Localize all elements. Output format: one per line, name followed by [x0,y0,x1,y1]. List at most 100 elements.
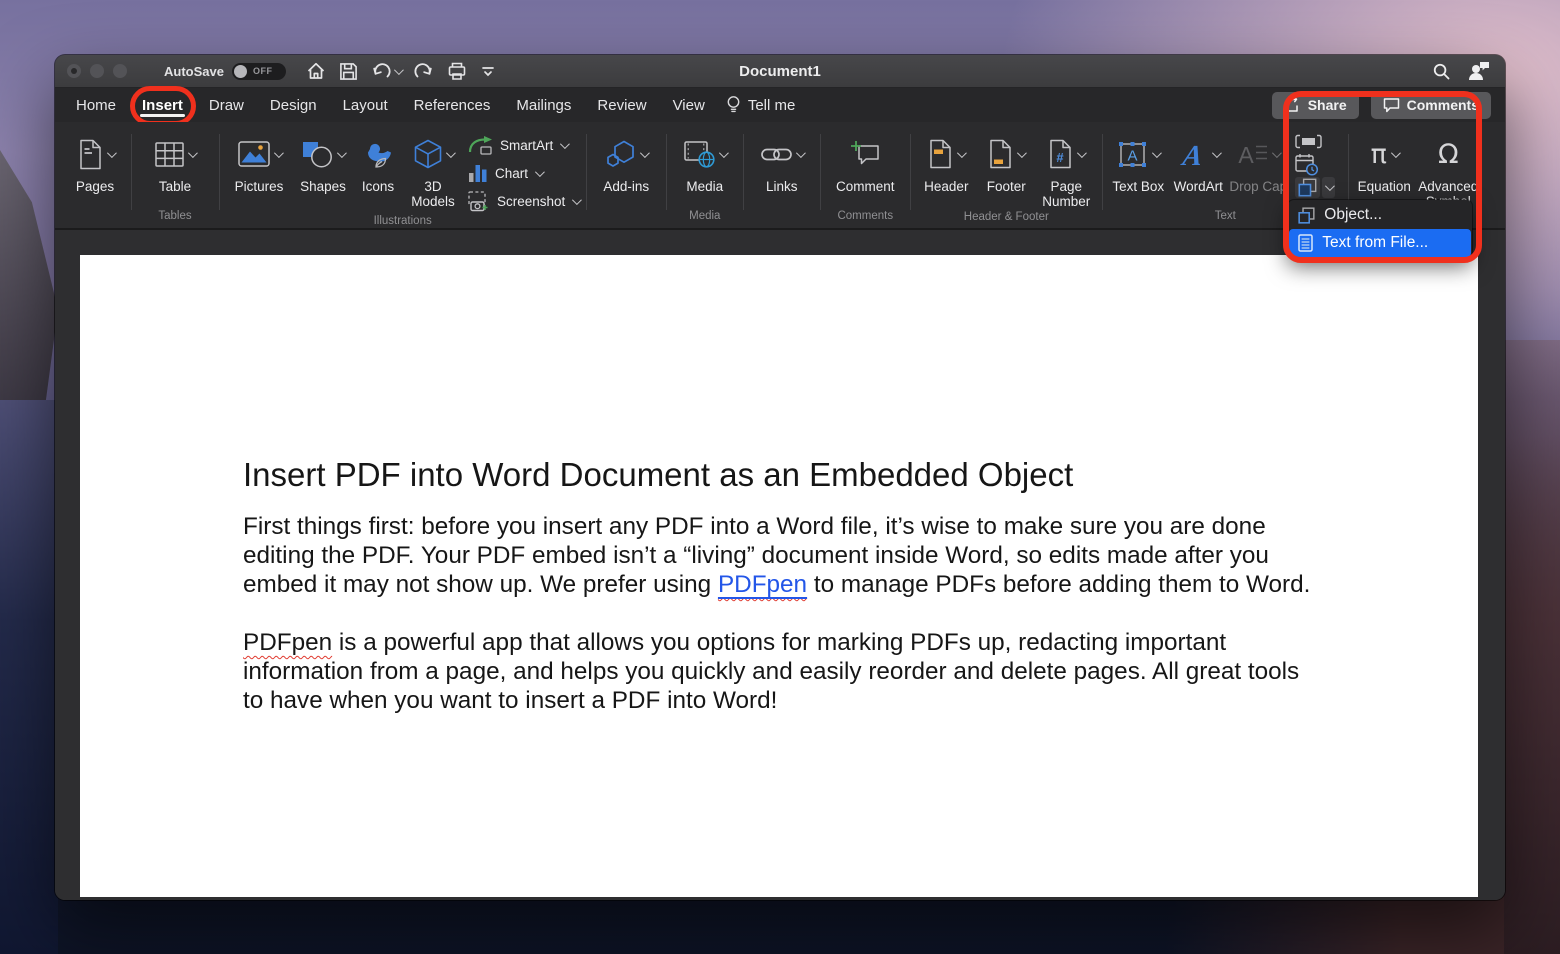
undo-chevron-icon [394,65,404,75]
media-button[interactable]: Media [676,131,734,194]
object-button[interactable] [1295,177,1320,198]
date-time-button[interactable] [1295,154,1341,175]
group-label-illustrations: Illustrations [226,213,579,228]
tab-review[interactable]: Review [584,88,659,122]
home-icon[interactable] [306,61,326,81]
autosave-label: AutoSave [164,64,224,79]
object-dropdown-chevron[interactable] [1322,177,1335,198]
lightbulb-icon [726,95,741,115]
group-label-media: Media [673,208,736,228]
document-heading: Insert PDF into Word Document as an Embe… [243,456,1323,494]
search-icon[interactable] [1432,62,1451,81]
text-box-button[interactable]: A Text Box [1109,131,1167,194]
pages-button[interactable]: Pages [66,131,124,194]
links-button[interactable]: Links [753,131,811,194]
tab-layout[interactable]: Layout [330,88,401,122]
svg-text:A: A [1128,147,1138,164]
screenshot-icon [468,191,490,212]
paragraph-2: PDFpen is a powerful app that allows you… [243,628,1323,715]
drop-cap-button: A Drop Cap [1229,131,1287,194]
tab-design[interactable]: Design [257,88,330,122]
menu-item-object[interactable]: Object... [1289,201,1471,229]
document-canvas-area: Insert PDF into Word Document as an Embe… [55,230,1505,900]
footer-button[interactable]: Footer [977,131,1035,194]
media-icon [684,141,715,168]
tab-home[interactable]: Home [63,88,129,122]
autosave-toggle[interactable]: OFF [232,63,286,80]
title-bar: AutoSave OFF D [55,55,1505,88]
cube-3d-icon [414,139,442,169]
group-label-comments: Comments [827,208,903,228]
share-button[interactable]: Share [1272,92,1359,119]
group-label-header-footer: Header & Footer [917,209,1095,228]
tab-view[interactable]: View [660,88,718,122]
footer-icon [988,139,1013,169]
page-number-button[interactable]: # Page Number [1037,131,1095,209]
object-dropdown-menu: Object... Text from File... [1288,200,1472,258]
minimize-window-button[interactable] [90,64,104,78]
pages-icon [77,139,103,170]
autosave-state: OFF [253,66,273,76]
ribbon-tab-bar: Home Insert Draw Design Layout Reference… [55,88,1505,122]
document-title: Document1 [739,63,821,80]
table-icon [155,142,184,167]
menu-item-text-from-file[interactable]: Text from File... [1289,229,1471,257]
page-number-icon: # [1048,139,1073,169]
paragraph-1: First things first: before you insert an… [243,512,1323,599]
frame-icon [1295,134,1322,149]
customize-toolbar-icon[interactable] [480,63,496,79]
share-icon [1284,97,1301,113]
comments-button[interactable]: Comments [1371,92,1491,119]
3d-models-button[interactable]: 3D Models [404,131,462,209]
word-window: AutoSave OFF D [55,55,1505,900]
pdfpen-word: PDFpen [243,629,332,656]
close-window-button[interactable] [67,64,81,78]
insert-ribbon: Pages Table Tables [55,122,1505,230]
zoom-window-button[interactable] [113,64,127,78]
add-ins-icon [606,140,636,169]
header-button[interactable]: Header [917,131,975,194]
equation-pi-icon: π [1371,141,1387,168]
wallpaper-sea [0,400,58,954]
wallpaper-rock [1504,340,1560,954]
add-ins-button[interactable]: Add-ins [593,131,659,194]
frame-button[interactable] [1295,131,1341,152]
chart-button[interactable]: Chart [468,161,579,185]
object-menu-icon [1298,207,1315,224]
advanced-symbol-button[interactable]: Ω Advanced Symbol [1415,131,1481,209]
svg-text:A: A [1238,142,1254,167]
undo-icon[interactable] [371,61,401,81]
svg-text:A: A [1179,140,1205,169]
smartart-icon [468,136,493,155]
wordart-icon: A [1178,140,1208,169]
table-button[interactable]: Table [146,131,204,194]
icons-button[interactable]: Icons [354,131,402,194]
pdfpen-link[interactable]: PDFpen [718,571,807,598]
screenshot-button[interactable]: Screenshot [468,189,579,213]
svg-text:#: # [1057,150,1065,165]
tab-draw[interactable]: Draw [196,88,257,122]
shapes-button[interactable]: Shapes [294,131,352,194]
chart-icon [468,163,488,183]
tell-me-button[interactable]: Tell me [726,95,796,115]
autosave-toggle-knob [234,65,247,78]
tab-references[interactable]: References [401,88,504,122]
tab-mailings[interactable]: Mailings [503,88,584,122]
tab-insert[interactable]: Insert [129,88,196,122]
pictures-icon [238,141,270,167]
text-from-file-icon [1298,234,1313,252]
account-icon[interactable] [1467,61,1491,81]
text-box-icon: A [1117,140,1148,169]
redo-icon[interactable] [414,61,434,81]
equation-button[interactable]: π Equation [1355,131,1413,194]
object-icon [1298,178,1317,197]
pictures-button[interactable]: Pictures [226,131,292,194]
active-tab-underline [140,114,185,117]
print-icon[interactable] [447,61,467,81]
smartart-button[interactable]: SmartArt [468,133,579,157]
save-icon[interactable] [339,62,358,81]
wordart-button[interactable]: A WordArt [1169,131,1227,194]
comment-button[interactable]: Comment [832,131,898,194]
duck-icon [363,141,393,168]
document-page[interactable]: Insert PDF into Word Document as an Embe… [80,255,1478,897]
